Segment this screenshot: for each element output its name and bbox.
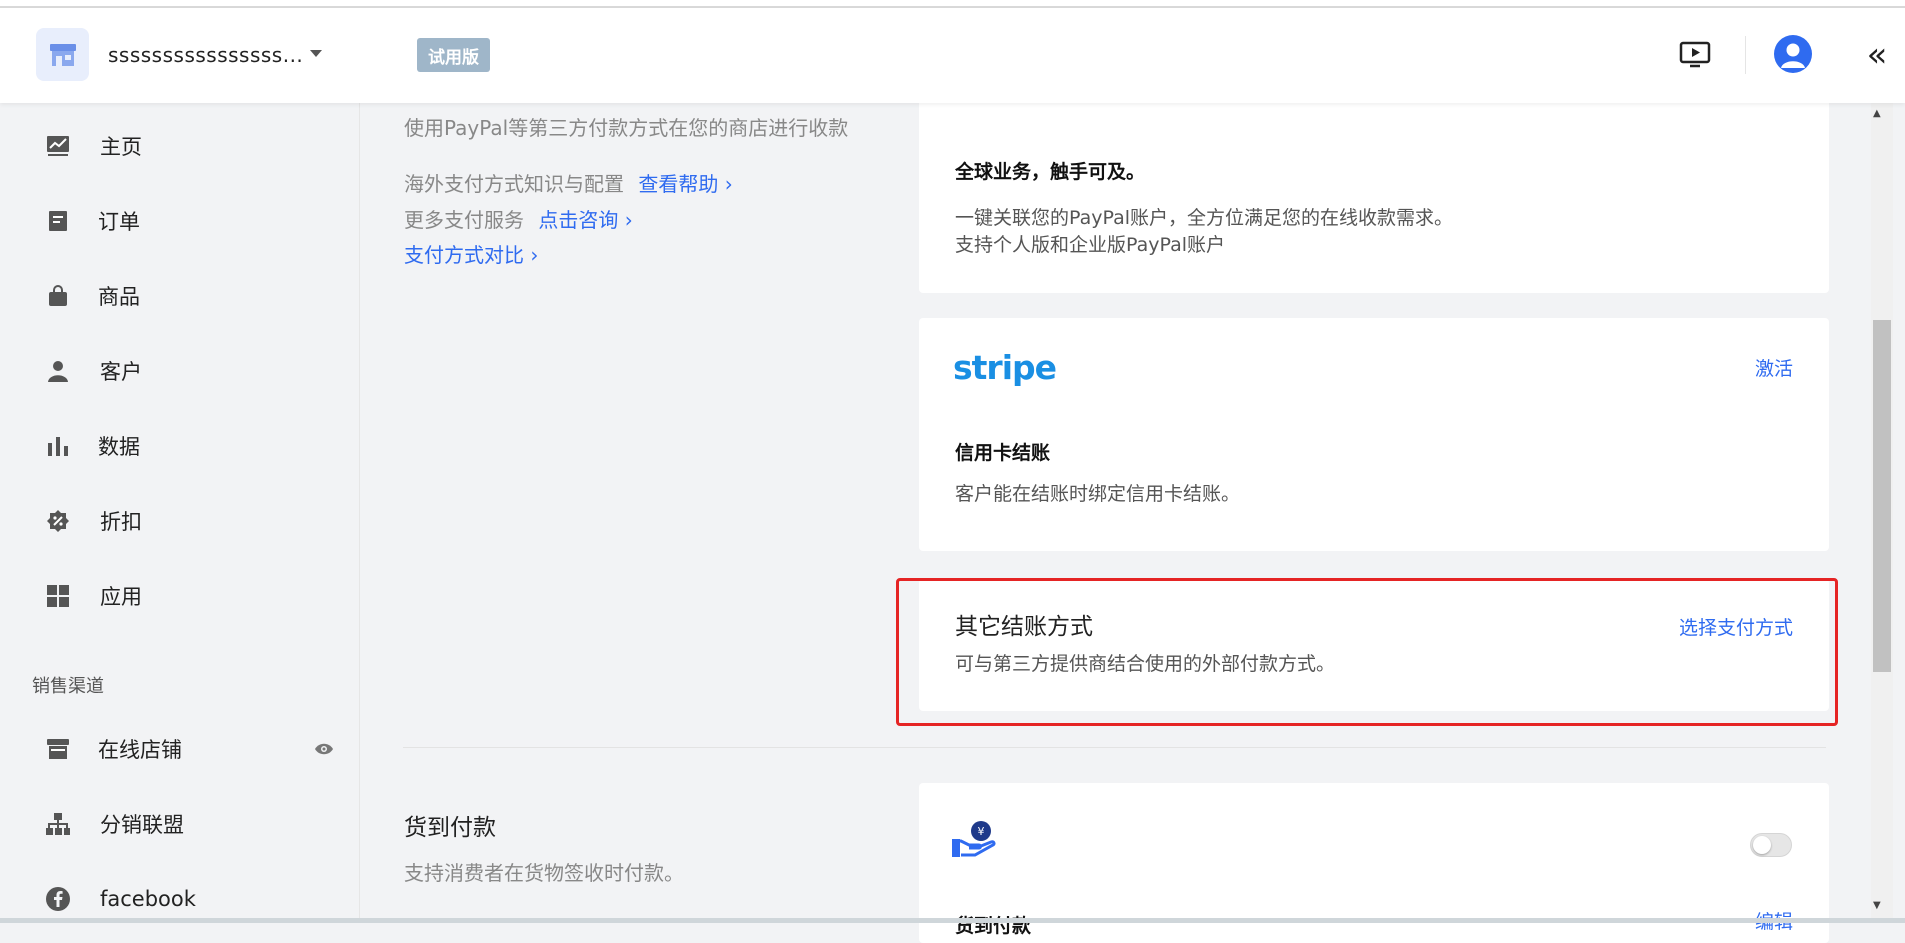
section-divider xyxy=(403,747,1826,748)
collapse-panel-icon[interactable]: « xyxy=(1862,35,1892,75)
sidebar-item-orders[interactable]: 订单 xyxy=(0,191,360,251)
consult-row: 更多支付服务 点击咨询 › xyxy=(404,204,633,233)
network-icon xyxy=(45,811,71,837)
stripe-logo: stripe xyxy=(953,348,1057,387)
person-icon xyxy=(45,358,71,384)
sidebar-item-label: 应用 xyxy=(100,585,142,609)
scroll-up-arrow-icon[interactable]: ▲ xyxy=(1873,108,1881,119)
help-prefix: 海外支付方式知识与配置 xyxy=(404,172,624,196)
cod-section-desc: 支持消费者在货物签收时付款。 xyxy=(404,861,684,885)
consult-link[interactable]: 点击咨询 › xyxy=(538,208,632,232)
sidebar-item-label: 数据 xyxy=(98,435,140,459)
sidebar-item-data[interactable]: 数据 xyxy=(0,416,360,476)
top-header: ssssssssssssssss... 试用版 « xyxy=(0,8,1905,103)
bar-chart-icon xyxy=(45,433,71,459)
facebook-icon xyxy=(45,886,71,912)
sidebar-item-label: 在线店铺 xyxy=(98,738,182,762)
scrollbar-thumb[interactable] xyxy=(1873,320,1891,672)
highlight-box xyxy=(896,578,1838,726)
eye-icon[interactable] xyxy=(313,738,335,760)
sidebar: 主页 订单 商品 客户 数据 折扣 应用 销售渠道 在线店铺 分销联盟 face… xyxy=(0,103,360,923)
store-icon[interactable] xyxy=(36,28,89,81)
discount-icon xyxy=(45,508,71,534)
store-name[interactable]: ssssssssssssssss... xyxy=(108,43,303,67)
main-content: 使用PayPal等第三方付款方式在您的商店进行收款 海外支付方式知识与配置 查看… xyxy=(361,93,1871,943)
store-icon xyxy=(45,736,71,762)
order-icon xyxy=(45,208,71,234)
toggle-knob xyxy=(1753,836,1771,854)
grid-icon xyxy=(45,583,71,609)
sidebar-item-label: 主页 xyxy=(100,135,142,159)
taskbar-edge xyxy=(0,918,1905,923)
sidebar-item-affiliate[interactable]: 分销联盟 xyxy=(0,794,360,854)
scroll-down-arrow-icon[interactable]: ▼ xyxy=(1873,900,1881,911)
paypal-card-line1: 一键关联您的PayPal账户，全方位满足您的在线收款需求。 xyxy=(955,207,1454,229)
sidebar-item-label: 订单 xyxy=(98,210,140,234)
sidebar-item-online-store[interactable]: 在线店铺 xyxy=(0,719,360,779)
header-separator xyxy=(1745,36,1746,74)
compare-payment-link[interactable]: 支付方式对比 › xyxy=(404,239,538,268)
svg-text:¥: ¥ xyxy=(978,825,985,838)
sidebar-item-label: 商品 xyxy=(98,285,140,309)
preview-screen-icon[interactable] xyxy=(1678,38,1712,72)
sidebar-item-label: 折扣 xyxy=(100,510,142,534)
activate-stripe-link[interactable]: 激活 xyxy=(1755,354,1793,381)
sales-channels-title: 销售渠道 xyxy=(32,676,104,697)
sidebar-item-products[interactable]: 商品 xyxy=(0,266,360,326)
sidebar-item-label: 客户 xyxy=(100,360,142,384)
bag-icon xyxy=(45,283,71,309)
consult-prefix: 更多支付服务 xyxy=(404,208,524,232)
sidebar-item-label: facebook xyxy=(100,887,196,911)
avatar[interactable] xyxy=(1774,35,1812,73)
paypal-card-line2: 支持个人版和企业版PayPal账户 xyxy=(955,234,1226,256)
stripe-card: stripe 激活 信用卡结账 客户能在结账时绑定信用卡结账。 xyxy=(919,318,1829,551)
cod-card-title: 货到付款 xyxy=(955,915,1032,937)
sidebar-item-apps[interactable]: 应用 xyxy=(0,566,360,626)
view-help-link[interactable]: 查看帮助 › xyxy=(638,172,732,196)
help-row: 海外支付方式知识与配置 查看帮助 › xyxy=(404,168,733,197)
payment-section-description: 使用PayPal等第三方付款方式在您的商店进行收款 xyxy=(404,116,849,140)
sidebar-item-customers[interactable]: 客户 xyxy=(0,341,360,401)
stripe-card-text: 客户能在结账时绑定信用卡结账。 xyxy=(955,483,1241,505)
paypal-card-title: 全球业务，触手可及。 xyxy=(955,161,1146,183)
sidebar-item-home[interactable]: 主页 xyxy=(0,116,360,176)
stripe-card-title: 信用卡结账 xyxy=(955,442,1051,464)
store-dropdown-caret-icon[interactable] xyxy=(310,50,322,57)
cod-section-title: 货到付款 xyxy=(404,815,496,841)
trial-badge: 试用版 xyxy=(417,38,490,72)
sidebar-item-label: 分销联盟 xyxy=(100,813,184,837)
browser-top-edge xyxy=(0,0,1905,8)
sidebar-item-discounts[interactable]: 折扣 xyxy=(0,491,360,551)
cod-toggle[interactable] xyxy=(1750,833,1792,857)
cash-hand-icon: ¥ xyxy=(951,819,997,863)
paypal-card: 全球业务，触手可及。 一键关联您的PayPal账户，全方位满足您的在线收款需求。… xyxy=(919,93,1829,293)
chart-icon xyxy=(45,133,71,159)
